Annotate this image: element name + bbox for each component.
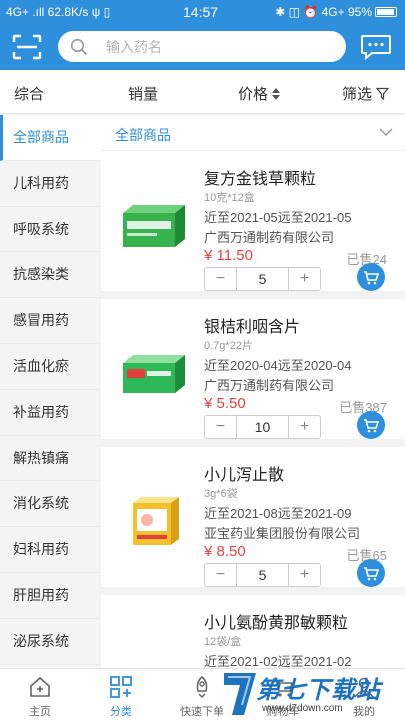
decrease-button[interactable]: − xyxy=(205,564,237,586)
watermark-title: 第七下载站 xyxy=(256,677,381,704)
decrease-button[interactable]: − xyxy=(205,268,237,290)
sidebar-item-blood-circulation[interactable]: 活血化瘀 xyxy=(0,344,101,390)
product-image xyxy=(119,645,189,668)
product-manufacturer: 广西万通制药有限公司 xyxy=(204,230,335,245)
scan-icon xyxy=(12,34,42,60)
category-grid-icon xyxy=(110,676,132,698)
quantity-value[interactable]: 5 xyxy=(237,564,288,586)
product-card[interactable]: 小儿氨酚黄那敏颗粒 12袋/盒 近至2021-02远至2021-02 xyxy=(101,595,405,668)
tab-home[interactable]: 主页 xyxy=(0,669,80,720)
product-spec: 10克*12盒 xyxy=(204,192,255,204)
product-list: 全部商品 复方金钱草颗粒 10克*12盒 近至2021-05远至2021-05 … xyxy=(101,115,405,668)
product-name: 小儿泻止散 xyxy=(204,467,285,484)
cart-icon xyxy=(364,567,380,581)
quantity-stepper: − 5 + xyxy=(204,563,321,587)
sort-sales[interactable]: 销量 xyxy=(128,83,158,104)
product-spec: 3g*6袋 xyxy=(204,488,238,500)
increase-button[interactable]: + xyxy=(288,268,320,290)
product-expiry: 近至2021-02远至2021-02 xyxy=(204,654,352,668)
tab-home-label: 主页 xyxy=(29,706,51,718)
add-to-cart-button[interactable] xyxy=(357,559,385,587)
sort-price[interactable]: 价格 xyxy=(238,83,281,104)
product-price: ¥ 11.50 xyxy=(204,247,253,264)
product-name: 复方金钱草颗粒 xyxy=(204,171,317,188)
quantity-stepper: − 5 + xyxy=(204,267,321,291)
product-spec: 12袋/盒 xyxy=(204,636,242,648)
quantity-value[interactable]: 5 xyxy=(237,268,288,290)
product-card[interactable]: 复方金钱草颗粒 10克*12盒 近至2021-05远至2021-05 广西万通制… xyxy=(101,151,405,299)
status-right: ✱ ◫ ⏰ 4G+ 95% xyxy=(275,5,397,19)
site-watermark: 第七下载站 www.d7down.com xyxy=(222,668,405,720)
sidebar-item-anti-infection[interactable]: 抗感染类 xyxy=(0,252,101,299)
sidebar-item-tonic[interactable]: 补益用药 xyxy=(0,390,101,436)
tab-category-label: 分类 xyxy=(110,706,132,718)
status-left: 4G+ .ıll 62.8K/s ψ ▯ xyxy=(6,5,111,19)
increase-button[interactable]: + xyxy=(288,416,320,438)
product-box xyxy=(123,213,175,247)
rocket-icon xyxy=(196,675,208,698)
product-price: ¥ 8.50 xyxy=(204,543,246,560)
product-expiry: 近至2020-04远至2020-04 xyxy=(204,358,352,373)
sort-price-label: 价格 xyxy=(238,86,269,103)
product-manufacturer: 广西万通制药有限公司 xyxy=(204,378,335,393)
search-box[interactable] xyxy=(58,31,346,62)
sidebar-item-all[interactable]: 全部商品 xyxy=(0,115,101,161)
chat-icon xyxy=(361,35,391,61)
sidebar-item-respiratory[interactable]: 呼吸系统 xyxy=(0,207,101,253)
product-image xyxy=(133,497,179,545)
product-price: ¥ 5.50 xyxy=(204,395,246,412)
product-expiry: 近至2021-05远至2021-05 xyxy=(204,210,352,225)
sidebar-item-urinary[interactable]: 泌尿系统 xyxy=(0,619,101,665)
search-input[interactable] xyxy=(106,31,336,62)
sidebar-item-cold[interactable]: 感冒用药 xyxy=(0,298,101,344)
product-card[interactable]: 小儿泻止散 3g*6袋 近至2021-08远至2021-09 亚宝药业集团股份有… xyxy=(101,447,405,595)
tab-category[interactable]: 分类 xyxy=(81,669,161,720)
product-name: 银桔利咽含片 xyxy=(204,319,301,336)
add-to-cart-button[interactable] xyxy=(357,411,385,439)
increase-button[interactable]: + xyxy=(288,564,320,586)
sort-bar: 综合 销量 价格 筛选 xyxy=(0,70,405,114)
decrease-button[interactable]: − xyxy=(205,416,237,438)
sidebar-item-pediatrics[interactable]: 儿科用药 xyxy=(0,161,101,207)
sort-filter-label: 筛选 xyxy=(342,86,373,103)
category-title: 全部商品 xyxy=(115,127,171,143)
sidebar-item-gynecology[interactable]: 妇科用药 xyxy=(0,527,101,573)
product-card[interactable]: 银桔利咽含片 0.7g*22片 近至2020-04远至2020-04 广西万通制… xyxy=(101,299,405,447)
product-name: 小儿氨酚黄那敏颗粒 xyxy=(204,615,349,632)
cart-icon xyxy=(364,271,380,285)
battery-icon xyxy=(375,7,397,17)
status-bar: 4G+ .ıll 62.8K/s ψ ▯ 14:57 ✱ ◫ ⏰ 4G+ 95% xyxy=(0,0,405,24)
sidebar-item-digestive[interactable]: 消化系统 xyxy=(0,481,101,528)
category-header[interactable]: 全部商品 xyxy=(101,115,405,151)
message-button[interactable] xyxy=(360,34,392,61)
quantity-value[interactable]: 10 xyxy=(237,416,288,438)
status-time: 14:57 xyxy=(183,4,219,20)
product-image xyxy=(123,355,185,393)
watermark-logo-icon xyxy=(224,673,256,715)
product-expiry: 近至2021-08远至2021-09 xyxy=(204,506,352,521)
product-spec: 0.7g*22片 xyxy=(204,340,253,352)
top-bar xyxy=(0,24,405,70)
scan-button[interactable] xyxy=(12,34,42,60)
cart-icon xyxy=(364,419,380,433)
category-sidebar: 全部商品 儿科用药 呼吸系统 抗感染类 感冒用药 活血化瘀 补益用药 解热镇痛 … xyxy=(0,115,101,668)
filter-icon xyxy=(375,87,390,101)
product-image xyxy=(123,205,185,247)
sidebar-item-antipyretic[interactable]: 解热镇痛 xyxy=(0,436,101,482)
sidebar-item-hepatobiliary[interactable]: 肝胆用药 xyxy=(0,573,101,619)
status-indicators: ✱ ◫ ⏰ 4G+ 95% xyxy=(275,5,372,19)
quantity-stepper: − 10 + xyxy=(204,415,321,439)
search-icon xyxy=(70,38,88,56)
product-manufacturer: 亚宝药业集团股份有限公司 xyxy=(204,526,361,541)
sort-comprehensive[interactable]: 综合 xyxy=(14,83,44,104)
chevron-down-icon xyxy=(379,128,393,136)
add-to-cart-button[interactable] xyxy=(357,263,385,291)
home-icon xyxy=(30,676,50,697)
sort-arrows-icon xyxy=(272,88,281,100)
sort-filter[interactable]: 筛选 xyxy=(342,83,390,104)
watermark-url: www.d7down.com xyxy=(262,703,343,714)
